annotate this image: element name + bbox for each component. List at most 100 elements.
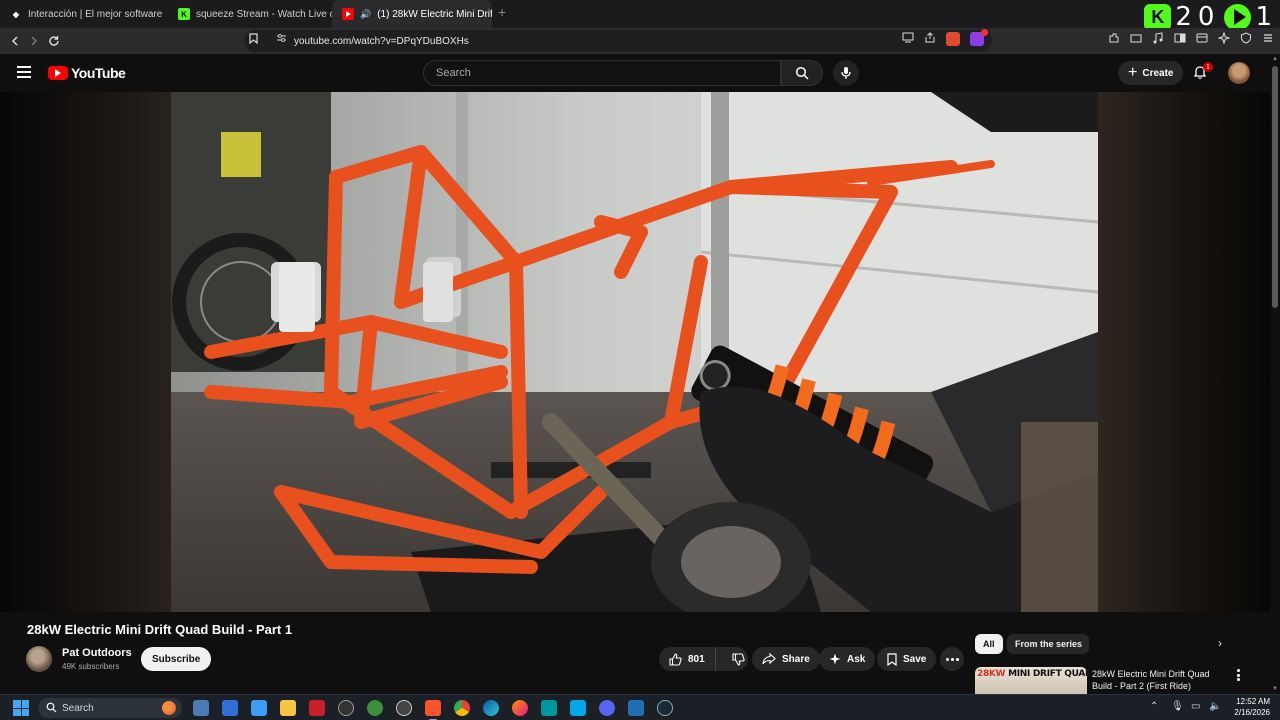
tab-kick-stream[interactable]: K squeeze Stream - Watch Live on Kick — [168, 0, 332, 28]
more-actions-icon[interactable] — [940, 647, 964, 671]
subscribe-button[interactable]: Subscribe — [141, 647, 212, 671]
chip-from-the-series[interactable]: From the series — [1007, 634, 1089, 654]
windows-start-icon[interactable] — [13, 700, 29, 716]
file-explorer-icon[interactable] — [280, 700, 296, 716]
guide-menu-icon[interactable] — [17, 66, 31, 78]
vpn-shield-icon[interactable] — [1240, 32, 1252, 44]
scroll-up-icon[interactable]: ▲ — [1272, 56, 1278, 62]
subscriber-count: 49K subscribers — [62, 662, 120, 671]
address-actions — [902, 29, 988, 46]
search-placeholder: Search — [436, 67, 471, 79]
search-icon — [795, 66, 809, 80]
clock-date: 2/16/2026 — [1234, 708, 1270, 717]
edge-icon[interactable] — [483, 700, 499, 716]
volume-tray-icon[interactable]: 🔈 — [1209, 701, 1221, 712]
recommendation-title[interactable]: 28kW Electric Mini Drift Quad Build - Pa… — [1092, 668, 1220, 694]
thumbs-up-icon — [669, 652, 682, 666]
plus-icon: + — [1128, 64, 1138, 81]
chip-all[interactable]: All — [975, 634, 1003, 654]
system-clock[interactable]: 12:52 AM 2/16/2026 — [1228, 696, 1270, 718]
thumbnail-text: 28KW MINI DRIFT QUAD — [977, 669, 1087, 679]
youtube-logo-text: YouTube — [71, 65, 126, 81]
share-button[interactable]: Share — [752, 647, 820, 671]
taskbar-search[interactable]: Search — [38, 698, 182, 718]
account-avatar[interactable] — [1228, 62, 1250, 84]
kick-icon: K — [178, 8, 190, 20]
recommendation-more-icon[interactable] — [1236, 669, 1240, 681]
github-icon[interactable] — [396, 700, 412, 716]
firefox-icon[interactable] — [512, 700, 528, 716]
browser-tab-strip: ◆ Interacción | El mejor software para p… — [0, 0, 1280, 28]
tab-interaccion[interactable]: ◆ Interacción | El mejor software para p — [0, 0, 162, 28]
share-label: Share — [782, 653, 810, 665]
wallet-icon[interactable] — [1130, 32, 1142, 44]
cloud-app-icon[interactable] — [570, 700, 586, 716]
thumbs-down-icon — [732, 652, 745, 666]
wallet-card-icon[interactable] — [1196, 32, 1208, 44]
dislike-button[interactable] — [722, 647, 755, 671]
like-count: 801 — [688, 653, 705, 665]
shield-app-icon[interactable] — [367, 700, 383, 716]
brave-shields-icon[interactable] — [946, 32, 960, 46]
network-app-icon[interactable] — [193, 700, 209, 716]
like-dislike-group: 801 — [659, 647, 748, 671]
discord-icon[interactable] — [599, 700, 615, 716]
tab-youtube-video[interactable]: 🔊 (1) 28kW Electric Mini Drift Q ✕ — [332, 0, 492, 28]
channel-name[interactable]: Pat Outdoors — [62, 647, 132, 659]
leo-ai-icon[interactable] — [1218, 32, 1230, 44]
bookmark-icon[interactable] — [249, 33, 258, 47]
chip-label: From the series — [1015, 639, 1083, 649]
like-button[interactable]: 801 — [659, 647, 716, 671]
tab-title: (1) 28kW Electric Mini Drift Q — [377, 8, 492, 20]
ask-label: Ask — [847, 653, 866, 665]
channel-avatar[interactable] — [26, 646, 52, 672]
new-tab-icon[interactable]: + — [498, 4, 506, 20]
recommendation-thumbnail[interactable]: 28KW MINI DRIFT QUAD — [975, 667, 1087, 694]
scrollbar-thumb[interactable] — [1272, 66, 1278, 308]
save-bookmark-icon — [887, 652, 897, 666]
address-bar[interactable]: youtube.com/watch?v=DPqYDuBOXHs — [244, 30, 992, 52]
back-icon[interactable] — [6, 32, 24, 50]
sparkle-icon — [829, 653, 841, 665]
page-scrollbar[interactable]: ▲ ▼ — [1270, 54, 1280, 694]
share-page-icon[interactable] — [924, 32, 936, 43]
remote-app-icon[interactable] — [251, 700, 267, 716]
thumbnail-text-main: MINI DRIFT QUAD — [1005, 669, 1087, 679]
tray-overflow-icon[interactable]: ⌃ — [1150, 701, 1158, 712]
search-button[interactable] — [781, 60, 823, 86]
ambient-left — [0, 92, 171, 612]
create-button[interactable]: + Create — [1118, 61, 1184, 85]
outlook-icon[interactable] — [222, 700, 238, 716]
youtube-logo[interactable]: YouTube — [48, 65, 126, 81]
diamond-icon: ◆ — [10, 8, 22, 20]
sidebar-icon[interactable] — [1174, 32, 1186, 44]
video-frame[interactable] — [171, 92, 1098, 612]
youtube-play-icon — [48, 66, 68, 80]
microphone-tray-icon[interactable]: 🎙 — [1171, 701, 1184, 712]
cast-icon[interactable] — [902, 32, 914, 43]
steam-icon[interactable] — [657, 700, 673, 716]
brave-rewards-icon[interactable] — [970, 29, 988, 46]
scroll-down-icon[interactable]: ▼ — [1272, 686, 1278, 692]
speaker-icon[interactable]: 🔊 — [360, 9, 371, 20]
music-icon[interactable] — [1152, 32, 1164, 44]
voice-search-button[interactable] — [833, 60, 859, 86]
forward-icon[interactable] — [25, 32, 43, 50]
screen: ◆ Interacción | El mejor software para p… — [0, 0, 1280, 720]
arduino-icon[interactable] — [541, 700, 557, 716]
menu-icon[interactable] — [1262, 32, 1274, 44]
chrome-icon[interactable] — [454, 700, 470, 716]
video-player[interactable] — [0, 92, 1270, 612]
reload-icon[interactable] — [45, 32, 63, 50]
network-tray-icon[interactable]: ▭ — [1191, 701, 1200, 712]
clock-app-icon[interactable] — [338, 700, 354, 716]
site-settings-icon[interactable] — [276, 33, 287, 46]
vscode-icon[interactable] — [628, 700, 644, 716]
extensions-icon[interactable] — [1108, 32, 1120, 44]
search-input[interactable]: Search — [423, 60, 781, 86]
brave-browser-icon[interactable] — [425, 700, 441, 720]
ask-button[interactable]: Ask — [819, 647, 876, 671]
save-button[interactable]: Save — [877, 647, 937, 671]
chevron-right-icon[interactable]: › — [1218, 636, 1222, 650]
news-app-icon[interactable] — [309, 700, 325, 716]
